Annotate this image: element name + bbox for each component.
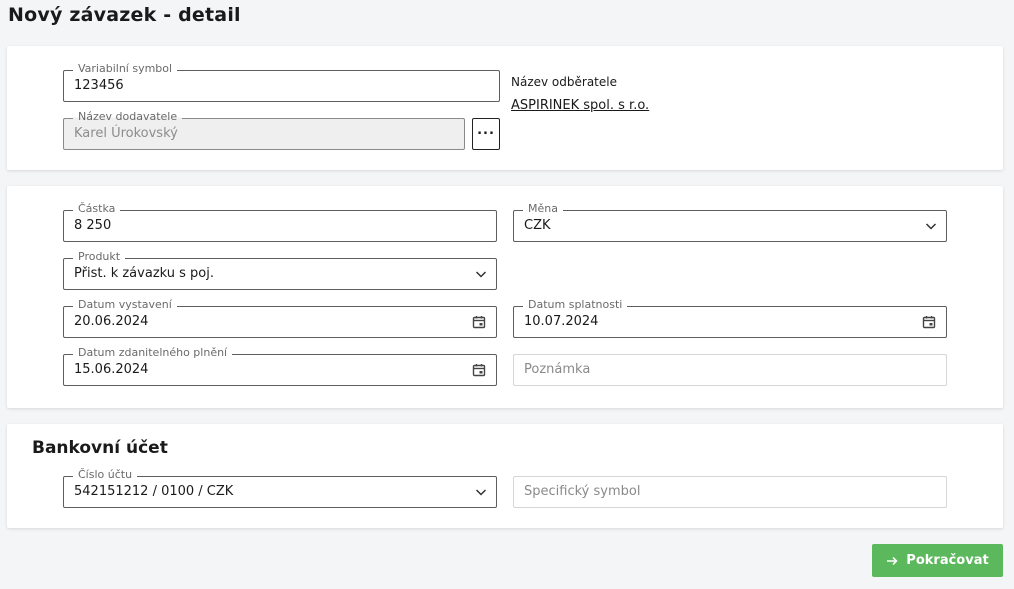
account-number-value: 542151212 / 0100 / CZK — [74, 484, 234, 499]
account-number-label: Číslo účtu — [73, 468, 138, 482]
account-number-select[interactable]: Číslo účtu 542151212 / 0100 / CZK — [63, 468, 497, 508]
issue-date-field[interactable]: Datum vystavení 20.06.2024 — [63, 298, 497, 338]
variable-symbol-value: 123456 — [74, 78, 124, 93]
product-select[interactable]: Produkt Přist. k závazku s poj. — [63, 250, 497, 290]
product-label: Produkt — [73, 250, 126, 264]
amount-value: 8 250 — [74, 218, 112, 233]
chevron-down-icon — [475, 489, 487, 496]
specific-symbol-placeholder: Specifický symbol — [524, 484, 641, 499]
note-field[interactable]: Poznámka — [513, 354, 947, 386]
calendar-icon[interactable] — [472, 315, 486, 329]
calendar-icon[interactable] — [922, 315, 936, 329]
bank-account-title: Bankovní účet — [32, 438, 168, 458]
browse-supplier-button[interactable]: ... — [472, 118, 500, 150]
continue-label: Pokračovat — [906, 553, 989, 568]
product-value: Přist. k závazku s poj. — [74, 266, 214, 281]
bank-account-card: Bankovní účet Číslo účtu 542151212 / 010… — [7, 424, 1003, 528]
currency-select[interactable]: Měna CZK — [513, 202, 947, 242]
chevron-down-icon — [475, 271, 487, 278]
due-date-field[interactable]: Datum splatnosti 10.07.2024 — [513, 298, 947, 338]
amount-field[interactable]: Částka 8 250 — [63, 202, 497, 242]
supplier-name-label: Název dodavatele — [73, 110, 183, 124]
continue-button[interactable]: Pokračovat — [872, 544, 1003, 577]
variable-symbol-label: Variabilní symbol — [73, 62, 178, 76]
due-date-value: 10.07.2024 — [524, 314, 599, 329]
supplier-name-field: Název dodavatele Karel Úrokovský — [63, 110, 465, 150]
customer-link[interactable]: ASPIRINEK spol. s r.o. — [511, 98, 649, 113]
chevron-down-icon — [925, 223, 937, 230]
customer-label: Název odběratele — [511, 75, 617, 89]
issue-date-label: Datum vystavení — [73, 298, 177, 312]
supplier-card: Variabilní symbol 123456 Název dodavatel… — [7, 46, 1003, 170]
specific-symbol-field[interactable]: Specifický symbol — [513, 476, 947, 508]
variable-symbol-field[interactable]: Variabilní symbol 123456 — [63, 62, 500, 102]
amount-card: Částka 8 250 Měna CZK Produkt Přist. k z… — [7, 186, 1003, 408]
note-placeholder: Poznámka — [524, 362, 591, 377]
amount-label: Částka — [73, 202, 121, 216]
supplier-name-value: Karel Úrokovský — [74, 126, 178, 141]
issue-date-value: 20.06.2024 — [74, 314, 149, 329]
arrow-right-icon — [887, 556, 898, 565]
due-date-label: Datum splatnosti — [523, 298, 628, 312]
currency-value: CZK — [524, 218, 551, 233]
taxable-date-label: Datum zdanitelného plnění — [73, 346, 233, 360]
currency-label: Měna — [523, 202, 563, 216]
calendar-icon[interactable] — [472, 363, 486, 377]
page-title: Nový závazek - detail — [8, 4, 241, 26]
taxable-date-value: 15.06.2024 — [74, 362, 149, 377]
taxable-date-field[interactable]: Datum zdanitelného plnění 15.06.2024 — [63, 346, 497, 386]
